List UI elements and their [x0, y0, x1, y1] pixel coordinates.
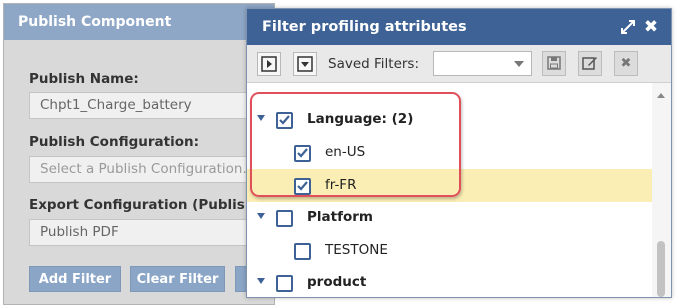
close-icon[interactable]: ✖: [642, 9, 660, 45]
clear-filter-button[interactable]: Clear Filter: [130, 266, 225, 292]
checkbox-product[interactable]: [276, 275, 293, 292]
chevron-down-icon: [514, 61, 524, 67]
publish-component-dialog: Publish Component Publish Name: Chpt1_Ch…: [3, 3, 275, 305]
save-icon[interactable]: [542, 51, 566, 76]
tree-label-testone: TESTONE: [325, 242, 388, 258]
expand-toggle-icon[interactable]: [257, 278, 265, 284]
filter-panel-title: Filter profiling attributes: [247, 9, 671, 45]
collapse-icon[interactable]: [293, 52, 317, 76]
add-filter-button[interactable]: Add Filter: [29, 266, 121, 292]
tree-row-platform[interactable]: Platform: [247, 201, 652, 234]
tree-label-product: product: [307, 274, 367, 290]
export-configuration-label: Export Configuration (Publish):: [29, 197, 266, 213]
scroll-up-icon[interactable]: [657, 93, 665, 98]
play-icon[interactable]: [257, 52, 281, 76]
publish-dialog-title: Publish Component: [4, 4, 274, 40]
tree-label-platform: Platform: [307, 209, 373, 225]
expand-toggle-icon[interactable]: [257, 213, 265, 219]
tree-row-testone[interactable]: TESTONE: [247, 234, 652, 267]
publish-configuration-label: Publish Configuration:: [29, 134, 199, 150]
saved-filters-select[interactable]: [433, 51, 532, 76]
tree-row-product[interactable]: product: [247, 266, 652, 297]
expand-icon[interactable]: [619, 9, 637, 45]
publish-name-input[interactable]: Chpt1_Charge_battery: [29, 92, 259, 119]
highlight-callout: [250, 92, 461, 197]
filter-toolbar: Saved Filters: ✖: [247, 45, 671, 83]
checkbox-testone[interactable]: [294, 243, 311, 260]
checkbox-platform[interactable]: [276, 210, 293, 227]
export-configuration-select[interactable]: Publish PDF: [29, 219, 259, 246]
scrollbar-thumb[interactable]: [657, 241, 665, 297]
edit-icon[interactable]: [578, 51, 602, 76]
saved-filters-label: Saved Filters:: [328, 56, 420, 72]
tree-scrollbar[interactable]: [652, 83, 671, 297]
publish-name-label: Publish Name:: [29, 71, 139, 87]
publish-configuration-select[interactable]: Select a Publish Configuration...: [29, 156, 259, 183]
delete-icon[interactable]: ✖: [614, 51, 638, 76]
